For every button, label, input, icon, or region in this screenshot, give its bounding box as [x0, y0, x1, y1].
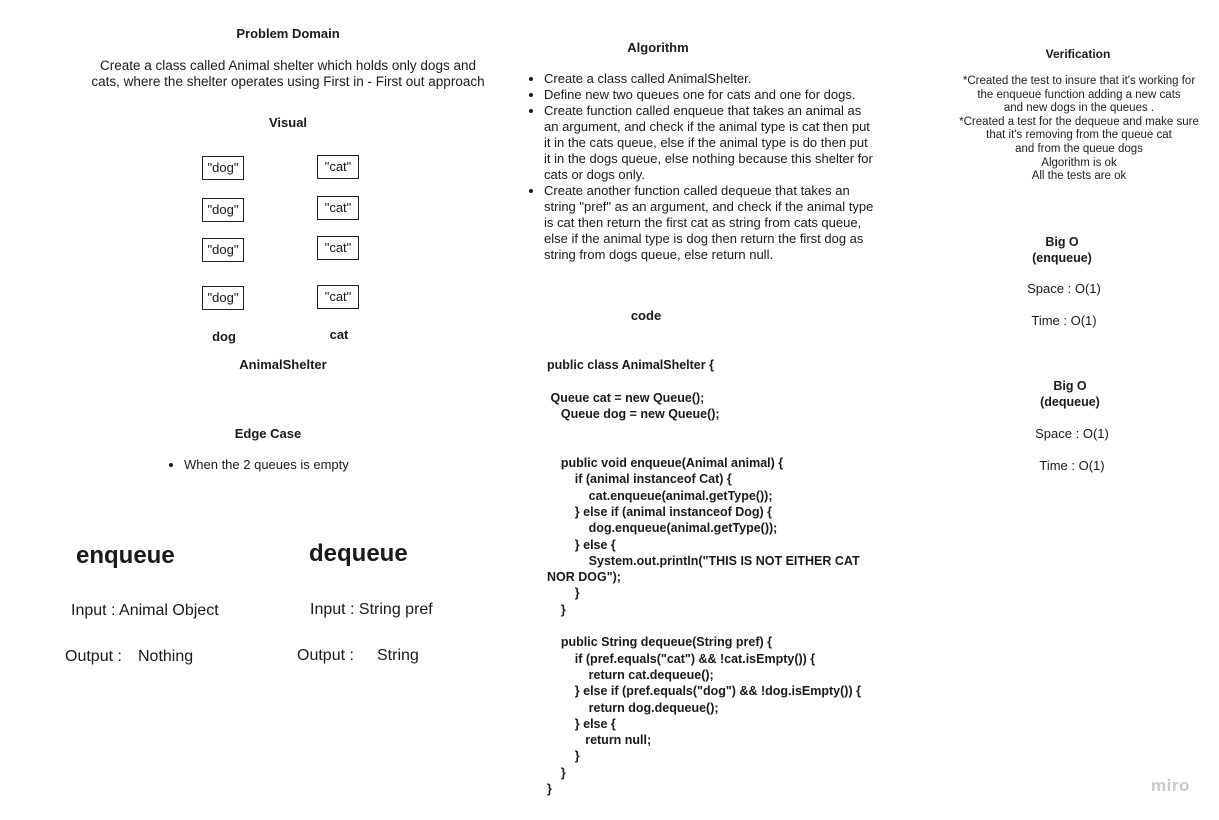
big-o-enqueue-space: Space : O(1)	[1027, 281, 1101, 296]
verification-notes: *Created the test to insure that it's wo…	[948, 75, 1210, 184]
cat-box: "cat"	[317, 236, 359, 260]
algorithm-step-line: string from dogs queue, else return null…	[544, 247, 774, 262]
algorithm-step-line: Create a class called AnimalShelter.	[544, 71, 752, 86]
big-o-enqueue-title: Big O (enqueue)	[1002, 234, 1122, 266]
code-line: return dog.dequeue();	[547, 700, 719, 715]
algorithm-step-line: it in the cats queue, else if the animal…	[544, 135, 868, 150]
code-line: if (pref.equals("cat") && !cat.isEmpty()…	[547, 651, 816, 666]
enqueue-input: Input : Animal Object	[71, 602, 219, 619]
enqueue-output-label: Output :	[65, 648, 122, 665]
algorithm-step-line: string "pref" as an argument, and check …	[544, 199, 874, 214]
dog-box: "dog"	[202, 286, 244, 310]
verification-line: that it's removing from the queue cat	[986, 129, 1172, 142]
code-line: }	[547, 782, 552, 797]
code-line: } else if (animal instanceof Dog) {	[547, 504, 773, 519]
big-o-dequeue-title-line: (dequeue)	[1040, 395, 1100, 409]
algorithm-step-line: cats or dogs only.	[544, 167, 645, 182]
dequeue-input: Input : String pref	[310, 601, 433, 618]
code-line: return null;	[547, 733, 652, 748]
code-title: code	[630, 308, 662, 323]
big-o-dequeue-title: Big O (dequeue)	[1010, 378, 1130, 410]
edge-case-list: When the 2 queues is empty	[168, 457, 444, 473]
problem-domain-description: Create a class called Animal shelter whi…	[70, 58, 506, 90]
edge-case-title: Edge Case	[234, 426, 302, 441]
algorithm-step-line: is cat then return the first cat as stri…	[544, 215, 862, 230]
cat-box: "cat"	[317, 155, 359, 179]
code-line: public String dequeue(String pref) {	[547, 635, 773, 650]
enqueue-output-value: Nothing	[138, 648, 194, 665]
algorithm-step: Define new two queues one for cats and o…	[544, 87, 924, 103]
code-line: return cat.dequeue();	[547, 667, 714, 682]
algorithm-step-line: Define new two queues one for cats and o…	[544, 87, 856, 102]
code-line: } else {	[547, 716, 616, 731]
verification-title: Verification	[1045, 47, 1111, 61]
algorithm-step-line: Create another function called dequeue t…	[544, 183, 850, 198]
verification-line: and from the queue dogs	[1015, 142, 1143, 155]
code-line: cat.enqueue(animal.getType());	[547, 488, 773, 503]
algorithm-title: Algorithm	[627, 40, 689, 55]
big-o-enqueue-time: Time : O(1)	[1031, 313, 1097, 328]
problem-domain-line-2: cats, where the shelter operates using F…	[91, 74, 485, 89]
miro-watermark-logo: miro	[1151, 776, 1190, 795]
dog-column-label: dog	[212, 329, 236, 344]
code-line: if (animal instanceof Cat) {	[547, 472, 732, 487]
dog-box: "dog"	[202, 238, 244, 262]
code-line: public class AnimalShelter {	[547, 358, 714, 373]
code-line: NOR DOG");	[547, 570, 621, 585]
verification-line: the enqueue function adding a new cats	[977, 88, 1181, 101]
visual-title: Visual	[268, 115, 308, 130]
algorithm-step-line: an argument, and check if the animal typ…	[544, 119, 870, 134]
code-block: public class AnimalShelter { Queue cat =…	[547, 341, 927, 814]
big-o-dequeue-title-line: Big O	[1053, 379, 1087, 393]
algorithm-step-line: Create function called enqueue that take…	[544, 103, 862, 118]
problem-domain-title: Problem Domain	[236, 26, 340, 41]
big-o-dequeue-time: Time : O(1)	[1039, 458, 1105, 473]
problem-domain-line-1: Create a class called Animal shelter whi…	[100, 58, 476, 73]
code-line: }	[547, 602, 566, 617]
cat-box: "cat"	[317, 196, 359, 220]
algorithm-step: Create function called enqueue that take…	[544, 103, 924, 183]
cat-column-label: cat	[329, 327, 349, 342]
code-line: Queue dog = new Queue();	[547, 407, 720, 422]
algorithm-step-line: else if the animal type is dog then retu…	[544, 231, 864, 246]
verification-line: *Created a test for the dequeue and make…	[959, 115, 1199, 128]
edge-case-item: When the 2 queues is empty	[184, 457, 444, 473]
big-o-enqueue-title-line: (enqueue)	[1032, 251, 1092, 265]
algorithm-list: Create a class called AnimalShelter. Def…	[528, 71, 924, 263]
animal-shelter-label: AnimalShelter	[239, 357, 327, 372]
code-line: System.out.println("THIS IS NOT EITHER C…	[547, 553, 860, 568]
verification-line: *Created the test to insure that it's wo…	[962, 75, 1196, 87]
code-line: } else {	[547, 537, 616, 552]
code-line: dog.enqueue(animal.getType());	[547, 521, 778, 536]
dequeue-output-value: String	[377, 647, 419, 664]
verification-line: and new dogs in the queues .	[1003, 102, 1155, 115]
cat-box: "cat"	[317, 285, 359, 309]
code-line: Queue cat = new Queue();	[547, 390, 705, 405]
verification-line: Algorithm is ok	[1041, 156, 1117, 169]
big-o-enqueue-title-line: Big O	[1045, 235, 1079, 249]
code-line: } else if (pref.equals("dog") && !dog.is…	[547, 684, 861, 699]
enqueue-heading: enqueue	[76, 542, 175, 569]
code-line: public void enqueue(Animal animal) {	[547, 456, 784, 471]
algorithm-step: Create another function called dequeue t…	[544, 183, 924, 263]
algorithm-step: Create a class called AnimalShelter.	[544, 71, 924, 87]
algorithm-step-line: it in the dogs queue, else nothing becau…	[544, 151, 873, 166]
dog-box: "dog"	[202, 198, 244, 222]
big-o-dequeue-space: Space : O(1)	[1035, 426, 1109, 441]
code-line: }	[547, 586, 580, 601]
dequeue-heading: dequeue	[309, 540, 408, 567]
code-line: }	[547, 765, 566, 780]
verification-line: All the tests are ok	[1031, 170, 1127, 183]
dog-box: "dog"	[202, 156, 244, 180]
dequeue-output-label: Output :	[297, 647, 354, 664]
code-line: }	[547, 749, 580, 764]
